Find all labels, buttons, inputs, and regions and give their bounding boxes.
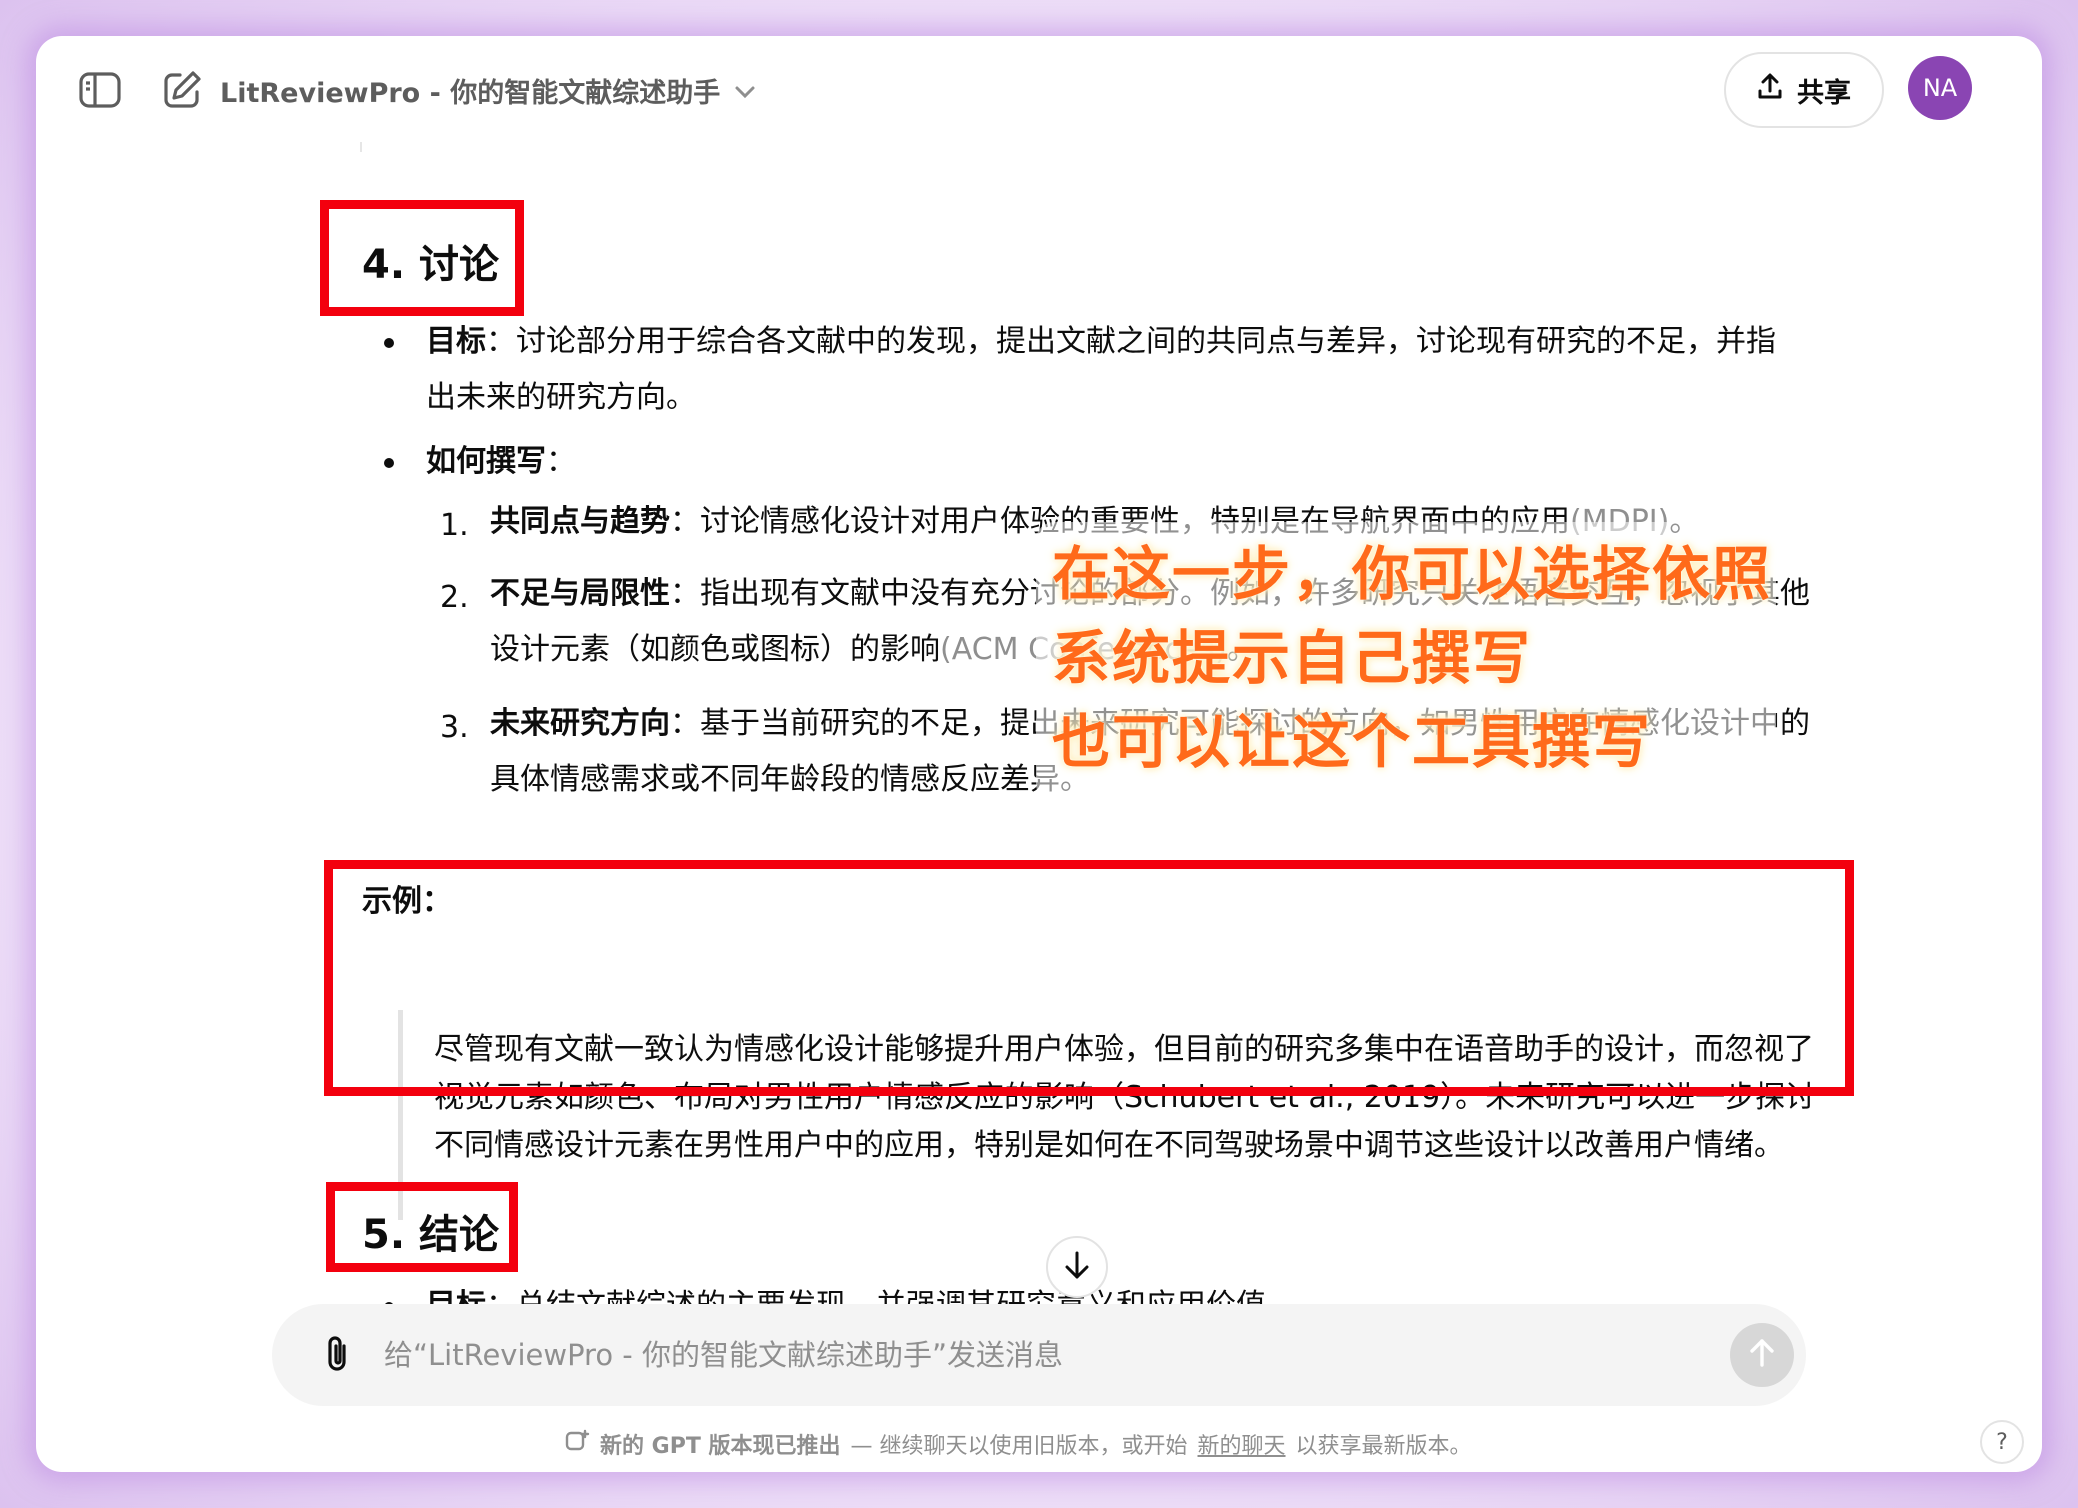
highlight-box-example <box>324 860 1854 1096</box>
highlight-box-section-4 <box>320 200 524 316</box>
list-number: 1. <box>440 508 469 543</box>
chat-window: LitReviewPro - 你的智能文献综述助手 共享 NA 4. 讨论 目标… <box>36 36 2042 1472</box>
arrow-down-icon <box>1063 1250 1091 1284</box>
help-button[interactable]: ? <box>1980 1420 2024 1464</box>
conversation-area: 4. 讨论 目标：讨论部分用于综合各文献中的发现，提出文献之间的共同点与差异，讨… <box>36 142 2042 1342</box>
list-number: 3. <box>440 710 469 745</box>
list-number: 2. <box>440 580 469 615</box>
bullet <box>384 338 394 348</box>
goal-label: 目标 <box>426 324 486 359</box>
paperclip-icon[interactable] <box>312 1328 364 1380</box>
arrow-up-icon <box>1748 1338 1776 1372</box>
model-selector[interactable]: LitReviewPro - 你的智能文献综述助手 <box>220 66 756 114</box>
how-label: 如何撰写 <box>426 444 546 479</box>
notice-text: — 继续聊天以使用旧版本，或开始 <box>850 1434 1188 1459</box>
goal-text: ：讨论部分用于综合各文献中的发现，提出文献之间的共同点与差异，讨论现有研究的不足… <box>426 324 1776 415</box>
upload-icon <box>1757 73 1783 108</box>
how-paragraph: 如何撰写： <box>426 444 576 479</box>
chevron-down-icon <box>734 75 756 106</box>
notice-strong: 新的 GPT 版本现已推出 <box>600 1434 841 1459</box>
scroll-to-bottom-button[interactable] <box>1046 1236 1108 1298</box>
sidebar-toggle-icon[interactable] <box>74 64 126 116</box>
new-chat-link[interactable]: 新的聊天 <box>1198 1428 1286 1460</box>
notice-text-tail: 以获享最新版本。 <box>1295 1434 1472 1459</box>
avatar[interactable]: NA <box>1908 56 1972 120</box>
bullet <box>384 458 394 468</box>
new-version-icon <box>564 1428 590 1460</box>
version-notice: 新的 GPT 版本现已推出 — 继续聊天以使用旧版本，或开始 新的聊天 以获享最新版… <box>564 1424 1472 1464</box>
message-composer <box>272 1304 1806 1406</box>
share-button[interactable]: 共享 <box>1724 52 1884 128</box>
send-button[interactable] <box>1730 1323 1794 1387</box>
gpt-title: LitReviewPro - 你的智能文献综述助手 <box>220 77 721 109</box>
annotation-text: 在这一步，你可以选择依照 系统提示自己撰写 也可以让这个工具撰写 <box>1052 540 1773 776</box>
share-label: 共享 <box>1797 77 1851 109</box>
top-bar: LitReviewPro - 你的智能文献综述助手 共享 NA <box>36 36 2042 142</box>
goal-paragraph: 目标：讨论部分用于综合各文献中的发现，提出文献之间的共同点与差异，讨论现有研究的… <box>426 314 1796 426</box>
highlight-box-section-5 <box>326 1182 518 1272</box>
divider <box>360 142 362 152</box>
message-input[interactable] <box>384 1326 1664 1384</box>
new-chat-icon[interactable] <box>156 64 208 116</box>
